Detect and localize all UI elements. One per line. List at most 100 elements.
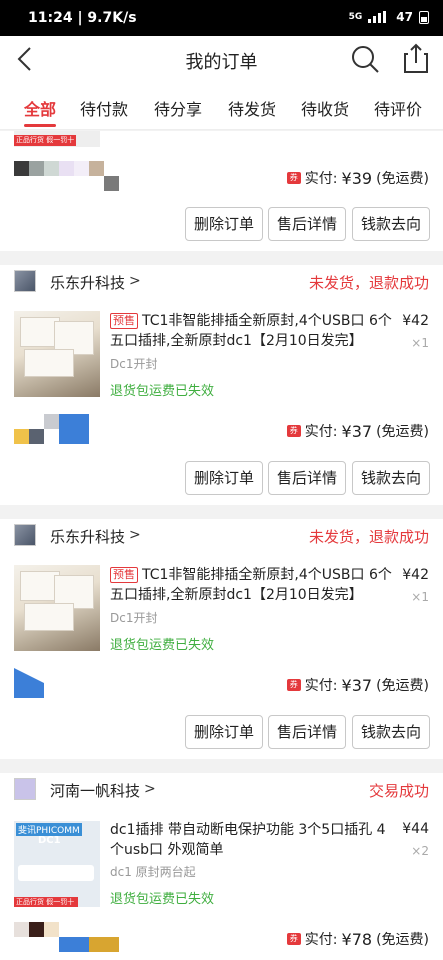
shop-name[interactable]: 河南一帆科技 [50, 780, 140, 801]
order-status: 交易成功 [368, 782, 429, 800]
product-name[interactable]: dc1插排 带自动断电保护功能 3个5口插孔 4个usb口 外观简单 [110, 820, 399, 860]
shipping-note: (免运费) [376, 424, 429, 440]
presale-tag: 预售 [110, 567, 138, 583]
refund-note: 退货包运费已失效 [110, 892, 215, 907]
gift-thumbnails [14, 414, 89, 444]
battery-icon [419, 10, 429, 24]
paid-label: 实付: [304, 932, 338, 948]
shop-name[interactable]: 乐东升科技 [50, 526, 125, 547]
shop-header[interactable]: 乐东升科技 > 未发货，退款成功 [0, 265, 443, 301]
active-tab-indicator [24, 124, 56, 127]
order-card: 河南一帆科技 > 交易成功 斐讯PHICOMM DC1 正品行货 假一罚十 dc… [0, 773, 443, 960]
gift-thumbnails [14, 161, 119, 191]
tab-pending-review[interactable]: 待评价 [374, 96, 422, 120]
product-name[interactable]: 预售 TC1非智能排插全新原封,4个USB口 6个五口插排,全新原封dc1【2月1… [110, 311, 399, 351]
coupon-icon: 券 [286, 679, 301, 691]
paid-amount: 券 实付: ¥78 (免运费) [286, 929, 429, 949]
product-price: ¥42 [402, 567, 429, 583]
money-flow-button[interactable]: 钱款去向 [352, 461, 430, 495]
gift-thumbnails [14, 668, 44, 698]
order-card: 乐东升科技 > 未发货，退款成功 预售 TC1非智能排插全新原封,4个USB口 6… [0, 265, 443, 505]
shop-name[interactable]: 乐东升科技 [50, 272, 125, 293]
product-spec: Dc1开封 [110, 611, 158, 625]
product-thumbnail[interactable] [14, 565, 100, 651]
money-flow-button[interactable]: 钱款去向 [352, 715, 430, 749]
product-name[interactable]: 预售 TC1非智能排插全新原封,4个USB口 6个五口插排,全新原封dc1【2月1… [110, 565, 399, 605]
search-icon[interactable] [350, 44, 380, 74]
paid-value: ¥39 [341, 168, 373, 188]
tab-all[interactable]: 全部 [24, 96, 56, 120]
paid-label: 实付: [304, 678, 338, 694]
status-time: 11:24 | 9.7K/s [28, 10, 137, 26]
nav-bar: 我的订单 [0, 36, 443, 82]
chevron-right-icon: > [144, 781, 156, 797]
order-card: 正品行货 假一罚十 券 实付: ¥39 (免运费) 删除订单 售后详情 钱款去向 [0, 131, 443, 251]
tab-pending-payment[interactable]: 待付款 [80, 96, 128, 120]
gift-thumbnails [14, 922, 119, 952]
delete-order-button[interactable]: 删除订单 [185, 207, 263, 241]
paid-amount: 券 实付: ¥37 (免运费) [286, 421, 429, 441]
shipping-note: (免运费) [376, 171, 429, 187]
chevron-right-icon: > [129, 527, 141, 543]
authentic-badge: 正品行货 假一罚十 [14, 135, 76, 146]
status-bar: 11:24 | 9.7K/s 5G 47 [0, 0, 443, 36]
divider [0, 251, 443, 265]
product-title-text: TC1非智能排插全新原封,4个USB口 6个五口插排,全新原封dc1【2月10日… [110, 313, 392, 349]
presale-tag: 预售 [110, 313, 138, 329]
tab-pending-share[interactable]: 待分享 [154, 96, 202, 120]
product-spec: dc1 原封两台起 [110, 865, 196, 879]
shipping-note: (免运费) [376, 678, 429, 694]
product-quantity: ×1 [411, 336, 429, 350]
shop-header[interactable]: 乐东升科技 > 未发货，退款成功 [0, 519, 443, 555]
delete-order-button[interactable]: 删除订单 [185, 461, 263, 495]
status-icons: 5G 47 [349, 10, 429, 24]
shop-logo [14, 270, 36, 292]
product-quantity: ×1 [411, 590, 429, 604]
shop-logo [14, 524, 36, 546]
aftersale-details-button[interactable]: 售后详情 [268, 461, 346, 495]
paid-amount: 券 实付: ¥37 (免运费) [286, 675, 429, 695]
refund-note: 退货包运费已失效 [110, 384, 215, 399]
product-thumbnail[interactable] [14, 311, 100, 397]
paid-value: ¥78 [341, 929, 373, 949]
product-thumbnail[interactable]: 斐讯PHICOMM DC1 正品行货 假一罚十 [14, 821, 100, 907]
power-strip-image [18, 865, 94, 881]
shop-logo [14, 778, 36, 800]
product-quantity: ×2 [411, 844, 429, 858]
aftersale-details-button[interactable]: 售后详情 [268, 715, 346, 749]
coupon-icon: 券 [286, 425, 301, 437]
share-icon[interactable] [402, 42, 430, 74]
product-price: ¥42 [402, 313, 429, 329]
paid-label: 实付: [304, 424, 338, 440]
shop-header[interactable]: 河南一帆科技 > 交易成功 [0, 773, 443, 809]
money-flow-button[interactable]: 钱款去向 [352, 207, 430, 241]
battery-level: 47 [396, 10, 413, 24]
paid-value: ¥37 [341, 421, 373, 441]
paid-value: ¥37 [341, 675, 373, 695]
tab-pending-receipt[interactable]: 待收货 [301, 96, 349, 120]
order-status: 未发货，退款成功 [308, 528, 429, 546]
product-spec: Dc1开封 [110, 357, 158, 371]
order-card: 乐东升科技 > 未发货，退款成功 预售 TC1非智能排插全新原封,4个USB口 6… [0, 519, 443, 759]
shipping-note: (免运费) [376, 932, 429, 948]
model-label: DC1 [38, 835, 61, 846]
paid-amount: 券 实付: ¥39 (免运费) [286, 168, 429, 188]
coupon-icon: 券 [286, 933, 301, 945]
delete-order-button[interactable]: 删除订单 [185, 715, 263, 749]
refund-note: 退货包运费已失效 [110, 638, 215, 653]
coupon-icon: 券 [286, 172, 301, 184]
product-title-text: TC1非智能排插全新原封,4个USB口 6个五口插排,全新原封dc1【2月10日… [110, 567, 392, 603]
divider [0, 505, 443, 519]
authentic-badge: 正品行货 假一罚十 [14, 897, 78, 907]
signal-icon [368, 11, 390, 23]
product-thumbnail[interactable]: 正品行货 假一罚十 [14, 131, 100, 147]
order-status: 未发货，退款成功 [308, 274, 429, 292]
chevron-right-icon: > [129, 273, 141, 289]
divider [0, 759, 443, 773]
paid-label: 实付: [304, 171, 338, 187]
order-tabs: 全部 待付款 待分享 待发货 待收货 待评价 [0, 82, 443, 130]
product-price: ¥44 [402, 821, 429, 837]
aftersale-details-button[interactable]: 售后详情 [268, 207, 346, 241]
tab-pending-shipment[interactable]: 待发货 [228, 96, 276, 120]
network-label: 5G [348, 12, 363, 22]
